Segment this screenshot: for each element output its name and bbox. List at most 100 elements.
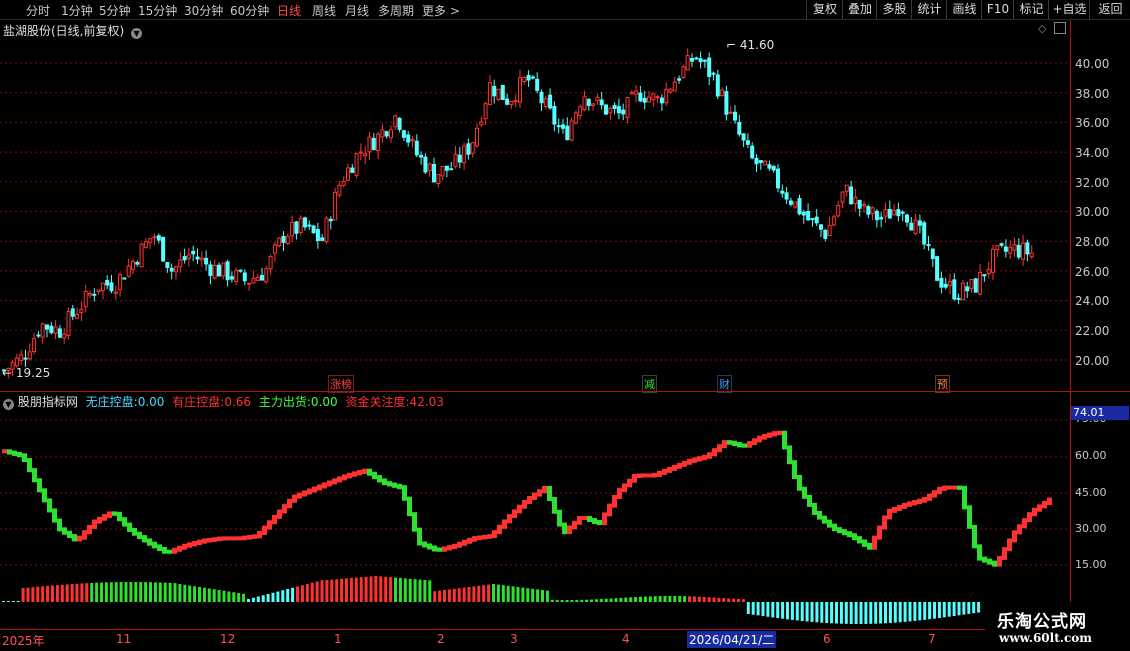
indicator-step	[332, 478, 337, 485]
indicator-step	[882, 515, 887, 530]
indicator-step	[112, 511, 117, 516]
indicator-step	[72, 534, 77, 542]
histogram-bar	[428, 580, 432, 602]
histogram-bar	[849, 602, 853, 624]
period-tab-multi[interactable]: 多周期	[378, 2, 414, 19]
more-periods-button[interactable]: 更多 >	[422, 2, 460, 19]
candle-body	[509, 100, 514, 105]
indicator-step	[102, 514, 107, 521]
indicator-tick: 30.00	[1075, 522, 1107, 535]
add-watchlist-button[interactable]: +自选	[1048, 0, 1090, 19]
histogram-bar	[276, 591, 280, 602]
candle-body	[496, 88, 501, 100]
candle-body	[242, 272, 247, 282]
indicator-name[interactable]: 股朋指标网	[18, 395, 78, 409]
period-tab-30min[interactable]: 30分钟	[184, 2, 223, 19]
histogram-bar	[237, 593, 241, 602]
diamond-icon[interactable]: ◇	[1038, 22, 1046, 35]
candle-body	[698, 58, 703, 63]
candle-body	[728, 111, 733, 114]
histogram-bar	[536, 589, 540, 602]
indicator-step	[397, 483, 402, 490]
candle-body	[57, 328, 62, 338]
chevron-down-icon[interactable]: ▼	[131, 28, 143, 39]
candlestick-series[interactable]	[2, 48, 1034, 379]
date-label: 11	[116, 632, 132, 646]
period-tab-fenshi[interactable]: 分时	[26, 2, 50, 19]
candle-body	[247, 282, 252, 285]
candle-body	[427, 163, 432, 172]
chart-canvas[interactable]	[0, 0, 1130, 650]
candle-body	[358, 151, 363, 154]
indicator-step	[412, 512, 417, 532]
indicator-step	[497, 524, 502, 535]
period-tab-5min[interactable]: 5分钟	[99, 2, 131, 19]
draw-line-button[interactable]: 画线	[946, 0, 982, 19]
indicator-step	[997, 555, 1002, 567]
candle-body	[582, 96, 587, 111]
indicator-axis: 75.00 74.01 60.00 45.00 30.00 15.00	[1070, 392, 1130, 629]
indicator-step	[857, 536, 862, 544]
overlay-button[interactable]: 叠加	[842, 0, 877, 19]
indicator-step	[837, 527, 842, 534]
maximize-icon[interactable]	[1054, 22, 1066, 34]
multi-stock-button[interactable]: 多股	[876, 0, 912, 19]
indicator-step	[427, 543, 432, 550]
period-tab-weekly[interactable]: 周线	[312, 2, 336, 19]
histogram-bar	[942, 602, 946, 618]
indicator-step	[962, 485, 967, 510]
histogram-bar	[109, 582, 113, 602]
candle-body	[483, 103, 488, 120]
indicator-step	[557, 509, 562, 527]
candle-body	[870, 207, 875, 214]
candle-body	[432, 163, 436, 183]
candle-body	[948, 281, 952, 286]
chevron-down-icon[interactable]: ▼	[3, 399, 14, 410]
indicator-step	[902, 502, 907, 509]
indicator-step	[792, 460, 797, 479]
date-axis: 2025年 11 12 1 2 3 4 2026/04/21/二 6 7	[0, 629, 1130, 651]
candle-body	[49, 325, 54, 334]
period-tab-monthly[interactable]: 月线	[345, 2, 369, 19]
candle-body	[135, 261, 140, 265]
histogram-bar	[884, 602, 887, 624]
indicator-step	[992, 560, 997, 567]
indicator-step	[602, 512, 607, 526]
indicator-step	[1002, 547, 1007, 560]
indicator-step	[527, 495, 532, 505]
watermark-url: www.60lt.com	[999, 631, 1092, 645]
date-label: 7	[928, 632, 936, 646]
histogram-bar	[634, 597, 638, 602]
candle-body	[535, 78, 540, 91]
histogram-bar	[457, 588, 461, 602]
candle-body	[83, 290, 88, 308]
period-tab-15min[interactable]: 15分钟	[138, 2, 177, 19]
adjust-button[interactable]: 复权	[806, 0, 843, 19]
indicator-current-value: 74.01	[1071, 406, 1129, 420]
candle-body	[113, 291, 118, 294]
indicator-step	[682, 460, 687, 467]
period-tab-60min[interactable]: 60分钟	[230, 2, 269, 19]
candle-body	[341, 180, 346, 186]
indicator-step	[952, 485, 957, 490]
period-tab-1min[interactable]: 1分钟	[61, 2, 93, 19]
period-tab-daily[interactable]: 日线	[277, 2, 301, 19]
mark-button[interactable]: 标记	[1013, 0, 1049, 19]
candle-body	[492, 85, 497, 97]
histogram-bar	[624, 597, 628, 602]
candle-body	[518, 77, 522, 103]
statistics-button[interactable]: 统计	[911, 0, 947, 19]
candle-body	[1025, 242, 1030, 255]
indicator-step	[267, 520, 272, 530]
candle-body	[659, 97, 664, 104]
candle-body	[487, 82, 492, 105]
candle-body	[741, 133, 746, 141]
histogram-bar	[320, 580, 324, 602]
candle-body	[221, 262, 226, 277]
candle-body	[70, 308, 75, 317]
candle-body	[165, 261, 170, 268]
f10-button[interactable]: F10	[981, 0, 1014, 19]
indicator-step	[367, 468, 372, 476]
back-button[interactable]: 返回	[1089, 0, 1130, 19]
histogram-bar	[443, 590, 446, 602]
